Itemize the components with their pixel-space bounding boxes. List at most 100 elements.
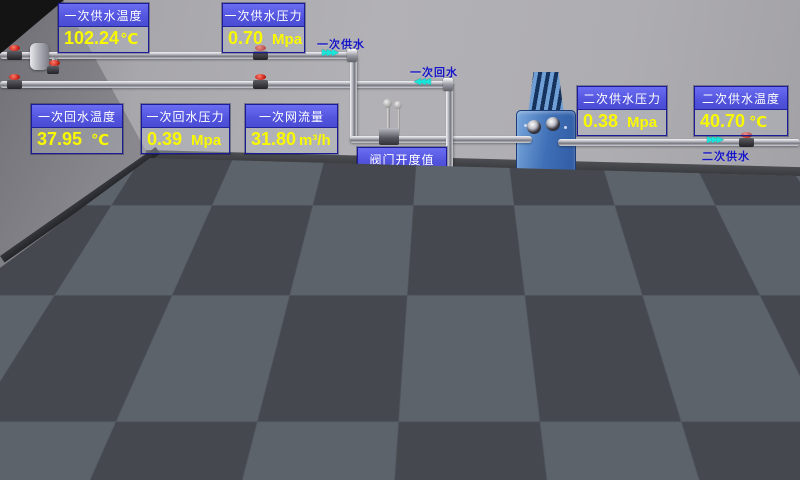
flange [543,326,557,340]
gauge-title: 水箱液位高度 [37,303,125,326]
gauge-title: 阀门开度值 [358,148,446,171]
gauge-value: 102.24 [64,28,119,48]
gauge-title: 二次供水压力 [578,87,666,110]
circulation-pump-1[interactable] [420,202,482,290]
gauge-title: 一次供水温度 [59,4,148,27]
flange [605,385,619,399]
tank-seam [76,350,78,430]
control-valve-stem [387,106,390,130]
pump-volute [505,226,537,258]
pipe-makeup-loop-left [200,364,205,430]
gauge-primary-supply-temp: 一次供水温度 102.24℃ [58,3,149,53]
pipe-hx-down [554,230,561,298]
gauge-value: 0.70 [228,28,263,48]
gauge-primary-flow: 一次网流量 31.80m³/h [245,104,338,154]
hmi-heat-exchange-station: ▶▶▶ ◀◀◀ ▶▶▶ ◀◀◀ ◀◀◀ ▶▶▶ ▶▶▶ 一次供水 一次回水 二次… [0,0,800,480]
gauge-title: 二次供水温度 [695,87,787,110]
flow-arrows-icon: ▶▶▶ [579,387,594,395]
tank-manhole-left [22,362,76,418]
gauge-title: 二次回水压力 [578,244,666,267]
tank-leg [54,434,62,460]
gauge-valve-opening: 阀门开度值 5.92% [357,147,447,197]
pump-base [492,256,550,282]
gauge-unit: Mpa [627,114,657,131]
gauge-tank-level: 水箱液位高度 1.10 m³ [36,302,126,352]
gauge-secondary-return-pressure: 二次回水压力 0.27 Mpa [577,243,667,293]
gauge-primary-return-pressure: 一次回水压力 0.39 Mpa [141,104,230,154]
gauge-value: 36.63 [699,268,744,288]
valve-primary-return-outlet[interactable] [7,80,22,89]
flow-arrows-icon: ▶▶▶ [707,135,722,143]
gauge-value: 1.10 [42,327,77,347]
tank-ladder-rail [146,330,149,426]
gauge-title: 一次回水温度 [32,105,122,128]
gauge-title: 一次网流量 [246,105,337,128]
tank-ladder-rail [155,332,158,426]
valve-secondary-supply[interactable] [739,138,754,147]
control-valve-actuator [383,99,392,108]
pipe-secondary-supply [558,139,800,146]
pump-volute [435,232,467,264]
flow-arrows-icon: ▶▶▶ [519,326,534,334]
flow-arrows-icon: ◀◀◀ [478,291,493,299]
gauge-unit: m³/h [299,132,331,149]
gauge-value: 40.70 [700,111,745,131]
gauge-unit: Mpa [272,31,302,48]
gauge-unit: m³ [93,330,111,347]
gauge-secondary-return-temp: 二次回水温度 36.63℃ [693,243,785,293]
strainer-separator [30,43,49,70]
gauge-value: 0.27 [583,268,618,288]
pipe-makeup-lower [143,391,615,396]
gauge-value: 33.88 [286,402,331,422]
pump-indicator-window [242,382,252,398]
pipe-label-primary-supply: 一次供水 [317,36,365,52]
gauge-makeup-pump-freq: 补水泵频率 33.88 Hz [280,377,370,427]
gauge-value: 0.39 [147,129,182,149]
pump-base [422,262,480,288]
gauge-primary-return-temp: 一次回水温度 37.95℃ [31,104,123,154]
gauge-secondary-supply-pressure: 二次供水压力 0.38 Mpa [577,86,667,136]
gauge-value: 0.38 [583,111,618,131]
pipe-makeup-upper [135,330,557,337]
valve-primary-supply-inlet[interactable] [7,51,22,60]
gauge-unit: ℃ [748,271,766,288]
valve-primary-return[interactable] [253,80,268,89]
gauge-value: 5.92 [363,172,398,192]
tank-leg [94,434,102,460]
pipe-label-secondary-return: 二次回水 [716,309,764,325]
valve-makeup-riser[interactable] [602,314,615,322]
gauge-title: 补水泵频率 [281,378,369,401]
gauge-value: 31.80 [251,129,296,149]
tank-leg [134,432,142,458]
control-valve[interactable] [379,128,399,145]
gauge-unit: % [407,175,420,192]
gauge-secondary-supply-temp: 二次供水温度 40.70℃ [694,86,788,136]
gauge-unit: ℃ [749,114,767,131]
valve-drain-small[interactable] [47,66,59,74]
makeup-pump-2[interactable] [222,372,276,464]
pipe-label-makeup: 补水 [581,399,605,415]
gauge-primary-supply-pressure: 一次供水压力 0.70 Mpa [222,3,305,53]
gauge-unit: ℃ [120,31,138,48]
gauge-title: 一次供水压力 [223,4,304,27]
pressure-gauge [394,101,402,109]
pump-volute [250,345,278,373]
hx-port-top-left [527,120,541,134]
tank-manhole-right [88,362,142,418]
gauge-unit: Mpa [627,271,657,288]
circulation-pump-2[interactable] [490,196,552,284]
pump-indicator-window [447,212,457,228]
pipe-label-primary-return: 一次回水 [410,64,458,80]
gauge-unit: Hz [336,405,354,422]
pipe-to-exchanger [350,136,532,143]
gauge-unit: ℃ [91,132,109,149]
tank-leg [14,432,22,458]
pump-indicator-window [259,326,268,341]
pipe-supply-drop [350,56,357,142]
pipe-primary-return [0,81,454,88]
pipe-label-secondary-supply: 二次供水 [702,148,750,164]
gauge-unit: Mpa [191,132,221,149]
pump-indicator-window [517,206,527,222]
gauge-title: 一次回水压力 [142,105,229,128]
pump-base [224,436,272,460]
